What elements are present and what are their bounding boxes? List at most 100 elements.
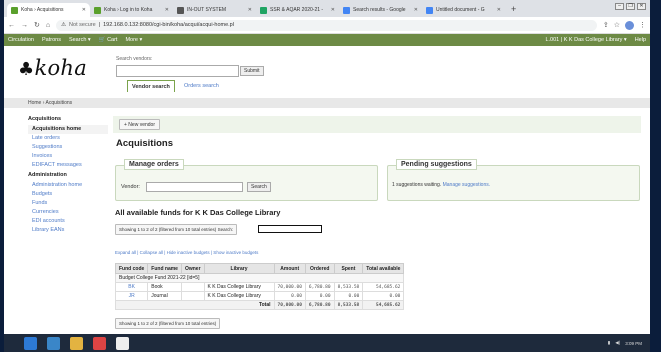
close-window-icon[interactable]: ✕ [637, 3, 646, 10]
budget-group-row[interactable]: Budget College Fund 2021-22 [id=5] [114, 273, 405, 283]
manage-orders-legend: Manage orders [124, 159, 184, 170]
ie-icon[interactable] [47, 336, 60, 350]
browser-tab[interactable]: Untitled document - G ✕ [422, 3, 505, 17]
bookmark-star-icon[interactable]: ☆ [614, 21, 620, 29]
col-ordered[interactable]: Ordered [304, 263, 335, 274]
new-tab-button[interactable]: + [511, 4, 516, 14]
browser-tab-bar: Koha › Acquisitions ✕ Koha › Log in to Ko… [4, 0, 650, 17]
vendor-search-label: Search vendors: [116, 56, 153, 62]
profile-avatar[interactable] [625, 20, 634, 30]
browser-tab[interactable]: Koha › Acquisitions ✕ [7, 3, 90, 17]
sidebar-item-funds[interactable]: Funds [28, 199, 108, 208]
col-total-available[interactable]: Total available [362, 263, 405, 274]
sidebar-heading-acquisitions: Acquisitions [28, 116, 62, 122]
system-tray: ▮ ◀) 3:09 PM [608, 340, 650, 346]
back-icon[interactable]: ← [8, 22, 15, 29]
drive-favicon-icon [260, 6, 267, 14]
koha-logo[interactable]: ♣koha [18, 56, 87, 80]
koha-favicon-icon [94, 6, 101, 14]
fund-code-link[interactable]: JR [114, 291, 149, 301]
page-title: Acquisitions [116, 138, 174, 149]
reload-icon[interactable]: ↻ [34, 21, 40, 29]
menu-icon[interactable]: ⋮ [639, 21, 646, 29]
col-fund-code[interactable]: Fund code [114, 263, 149, 274]
fund-code-link[interactable]: BK [114, 282, 149, 292]
vendor-search-button[interactable]: Search [247, 182, 271, 192]
start-icon[interactable] [24, 336, 37, 350]
restore-icon[interactable]: ❐ [626, 3, 635, 10]
sidebar-item-suggestions[interactable]: Suggestions [28, 143, 108, 152]
toolbar [113, 116, 641, 133]
share-icon[interactable]: ⇪ [603, 21, 609, 29]
koha-header: ♣koha Search vendors: Submit Vendor sear… [4, 46, 650, 98]
col-spent[interactable]: Spent [333, 263, 364, 274]
table-search-input[interactable] [258, 225, 322, 233]
sidebar-item-budgets[interactable]: Budgets [28, 190, 108, 199]
close-tab-icon[interactable]: ✕ [497, 7, 501, 13]
close-tab-icon[interactable]: ✕ [165, 7, 169, 13]
browser-tab[interactable]: SSR & AQAR 2020-21 - ✕ [256, 3, 339, 17]
table-row: BK Book K K Das College Library 70,000.0… [114, 282, 405, 292]
sidebar-item-currencies[interactable]: Currencies [28, 208, 108, 217]
url-field[interactable]: ⚠ Not secure | 192.168.0.132:8080/cgi-bi… [56, 19, 597, 31]
home-icon[interactable]: ⌂ [46, 22, 50, 29]
screen-border-right [650, 0, 661, 352]
close-tab-icon[interactable]: ✕ [331, 7, 335, 13]
sidebar: Acquisitions Acquisitions home Late orde… [28, 114, 108, 235]
media-icon[interactable] [93, 336, 106, 350]
sidebar-item-acquisitions-home[interactable]: Acquisitions home [28, 125, 108, 134]
sidebar-item-late-orders[interactable]: Late orders [28, 134, 108, 143]
nav-circulation[interactable]: Circulation [8, 37, 34, 43]
total-row: Total 70,000.00 6,780.80 8,533.58 54,685… [115, 300, 405, 310]
chrome-icon[interactable] [116, 336, 129, 350]
close-tab-icon[interactable]: ✕ [248, 7, 252, 13]
close-tab-icon[interactable]: ✕ [414, 7, 418, 13]
col-amount[interactable]: Amount [273, 263, 306, 274]
sidebar-item-admin-home[interactable]: Administration home [28, 181, 108, 190]
sidebar-item-library-eans[interactable]: Library EANs [28, 226, 108, 235]
browser-tab[interactable]: Search results - Google ✕ [339, 3, 422, 17]
new-vendor-button[interactable]: + New vendor [119, 119, 160, 130]
manage-suggestions-link[interactable]: Manage suggestions. [443, 182, 491, 188]
funds-title: All available funds for K K Das College … [115, 208, 281, 217]
nav-search[interactable]: Search ▾ [69, 37, 91, 43]
google-favicon-icon [343, 6, 350, 14]
browser-tab[interactable]: IN-OUT SYSTEM ✕ [173, 3, 256, 17]
funds-table: Fund code Fund name Owner Library Amount… [114, 263, 405, 310]
vendor-search-input[interactable] [116, 65, 239, 77]
sidebar-heading-administration: Administration [28, 172, 67, 178]
col-library[interactable]: Library [203, 263, 275, 274]
nav-patrons[interactable]: Patrons [42, 37, 61, 43]
help-link[interactable]: Help [635, 37, 646, 43]
folder-icon[interactable] [70, 336, 83, 350]
nav-more[interactable]: More ▾ [125, 37, 142, 43]
taskbar: ▮ ◀) 3:09 PM [4, 334, 650, 352]
manage-orders-panel: Manage orders Vendor: Search [115, 159, 378, 201]
browser-tab[interactable]: Koha › Log in to Koha ✕ [90, 3, 173, 17]
vendor-label: Vendor: [121, 184, 140, 190]
col-owner[interactable]: Owner [180, 263, 205, 274]
budget-toggle-links[interactable]: Expand all | Collapse all | Hide inactiv… [115, 250, 258, 255]
col-fund-name[interactable]: Fund name [147, 263, 182, 274]
user-menu[interactable]: L.001 | K K Das College Library ▾ [545, 37, 626, 43]
sidebar-item-edi-accounts[interactable]: EDI accounts [28, 217, 108, 226]
tab-vendor-search[interactable]: Vendor search [127, 80, 175, 92]
cart-icon: 🛒 [98, 37, 106, 43]
address-bar: ← → ↻ ⌂ ⚠ Not secure | 192.168.0.132:808… [4, 17, 650, 34]
minimize-icon[interactable]: – [615, 3, 624, 10]
volume-icon[interactable]: ◀) [615, 340, 620, 346]
forward-icon[interactable]: → [21, 22, 28, 29]
tab-orders-search[interactable]: Orders search [180, 80, 223, 92]
close-tab-icon[interactable]: ✕ [82, 7, 86, 13]
sidebar-item-edifact[interactable]: EDIFACT messages [28, 161, 108, 170]
nav-cart[interactable]: 🛒 Cart [99, 37, 118, 43]
sidebar-item-invoices[interactable]: Invoices [28, 152, 108, 161]
table-info-top: Showing 1 to 2 of 2 (filtered from 10 to… [115, 224, 238, 235]
vendor-input[interactable] [146, 182, 243, 192]
vendor-submit-button[interactable]: Submit [240, 66, 264, 76]
docs-favicon-icon [426, 6, 433, 14]
network-icon[interactable]: ▮ [608, 340, 610, 346]
clock[interactable]: 3:09 PM [625, 341, 642, 346]
breadcrumb[interactable]: Home › Acquisitions [4, 98, 650, 108]
table-row: JR Journal K K Das College Library 0.00 … [114, 291, 405, 301]
